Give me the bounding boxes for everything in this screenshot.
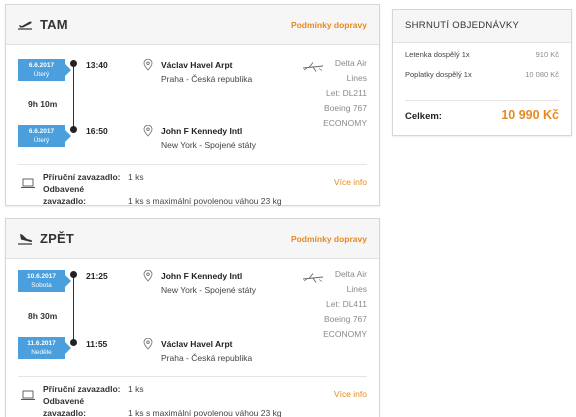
return-timeline — [73, 275, 74, 343]
outbound-departure-city: Praha - Česká republika — [161, 74, 253, 84]
return-checked-baggage-label: Odbavené zavazadlo: — [43, 396, 86, 417]
summary-fees-label: Poplatky dospělý 1x — [405, 70, 472, 79]
return-arrival-city: Praha - Česká republika — [161, 353, 253, 363]
return-airline-line2: Lines — [346, 284, 367, 294]
summary-divider — [405, 100, 559, 101]
summary-total-value: 10 990 Kč — [501, 108, 559, 122]
summary-total-label: Celkem: — [405, 111, 442, 122]
return-arrival-time: 11:55 — [86, 339, 108, 349]
outbound-flight-card: TAM Podmínky dopravy 6.6.2017 Úterý 13:4… — [5, 4, 380, 206]
outbound-hand-baggage-value: 1 ks — [128, 172, 144, 182]
return-title: ZPĚT — [40, 231, 75, 246]
outbound-departure-airport: Václav Havel Arpt — [161, 60, 233, 70]
outbound-departure-date: 6.6.2017 — [28, 62, 55, 69]
outbound-cabin-class: ECONOMY — [323, 118, 367, 128]
return-more-info-link[interactable]: Více info — [334, 389, 367, 399]
outbound-departure-weekday: Úterý — [33, 71, 50, 78]
return-departure-date: 10.6.2017 — [27, 273, 56, 280]
order-summary-title: SHRNUTÍ OBJEDNÁVKY — [393, 10, 571, 43]
airline-logo-icon — [302, 273, 324, 283]
map-pin-icon — [143, 59, 153, 71]
return-arrival-airport: Václav Havel Arpt — [161, 339, 233, 349]
return-hand-baggage-label: Příruční zavazadlo: — [43, 384, 121, 394]
map-pin-icon — [143, 338, 153, 350]
outbound-arrival-city: New York - Spojené státy — [161, 140, 256, 150]
return-departure-dot — [70, 271, 77, 278]
map-pin-icon — [143, 270, 153, 282]
outbound-more-info-link[interactable]: Více info — [334, 177, 367, 187]
plane-landing-icon — [18, 234, 33, 245]
outbound-departure-date-badge: 6.6.2017 Úterý — [18, 59, 71, 81]
return-carrier-info: Delta Air Lines Let: DL411 Boeing 767 EC… — [323, 267, 367, 342]
return-baggage-row: Příruční zavazadlo: 1 ks Odbavené zavazad… — [18, 376, 367, 417]
outbound-airline-line2: Lines — [346, 73, 367, 83]
return-conditions-link[interactable]: Podmínky dopravy — [291, 234, 367, 244]
return-segment: 10.6.2017 Sobota 21:25 8h 30m John F Ken… — [6, 259, 379, 379]
outbound-carrier-info: Delta Air Lines Let: DL211 Boeing 767 EC… — [323, 56, 367, 131]
outbound-duration: 9h 10m — [28, 99, 58, 109]
outbound-baggage-info: Příruční zavazadlo: 1 ks Odbavené zavazad… — [43, 171, 282, 207]
return-baggage-info: Příruční zavazadlo: 1 ks Odbavené zavazad… — [43, 383, 282, 417]
outbound-checked-baggage-label: Odbavené zavazadlo: — [43, 184, 86, 206]
outbound-header: TAM Podmínky dopravy — [6, 5, 379, 45]
summary-fees-value: 10 080 Kč — [525, 70, 559, 79]
return-header: ZPĚT Podmínky dopravy — [6, 219, 379, 259]
outbound-airline-line1: Delta Air — [334, 58, 367, 68]
outbound-arrival-airport: John F Kennedy Intl — [161, 126, 243, 136]
outbound-aircraft: Boeing 767 — [323, 103, 367, 113]
return-arrival-dot — [70, 339, 77, 346]
return-arrival-weekday: Neděle — [31, 349, 52, 356]
return-departure-airport: John F Kennedy Intl — [161, 271, 243, 281]
outbound-arrival-date-badge: 6.6.2017 Úterý — [18, 125, 71, 147]
return-departure-city: New York - Spojené státy — [161, 285, 256, 295]
return-cabin-class: ECONOMY — [323, 329, 367, 339]
outbound-arrival-time: 16:50 — [86, 126, 108, 136]
return-flight-card: ZPĚT Podmínky dopravy 10.6.2017 Sobota 2… — [5, 218, 380, 417]
outbound-baggage-row: Příruční zavazadlo: 1 ks Odbavené zavazad… — [18, 164, 367, 206]
return-hand-baggage-value: 1 ks — [128, 384, 144, 394]
outbound-checked-baggage-value: 1 ks s maximální povolenou váhou 23 kg — [128, 196, 282, 206]
airline-logo-icon — [302, 62, 324, 72]
return-arrival-date: 11.6.2017 — [27, 340, 56, 347]
outbound-flight-number: Let: DL211 — [326, 88, 367, 98]
outbound-departure-dot — [70, 60, 77, 67]
suitcase-icon — [21, 178, 35, 188]
return-departure-date-badge: 10.6.2017 Sobota — [18, 270, 71, 292]
return-duration: 8h 30m — [28, 311, 58, 321]
outbound-segment: 6.6.2017 Úterý 13:40 9h 10m Václav Havel… — [6, 45, 379, 165]
outbound-arrival-weekday: Úterý — [33, 137, 50, 144]
outbound-departure-time: 13:40 — [86, 60, 108, 70]
outbound-timeline — [73, 64, 74, 130]
return-arrival-date-badge: 11.6.2017 Neděle — [18, 337, 71, 359]
return-flight-number: Let: DL411 — [326, 299, 367, 309]
summary-row-ticket: Letenka dospělý 1x 910 Kč — [393, 43, 571, 63]
outbound-arrival-dot — [70, 126, 77, 133]
summary-ticket-label: Letenka dospělý 1x — [405, 50, 470, 59]
summary-ticket-value: 910 Kč — [535, 50, 559, 59]
order-summary-panel: SHRNUTÍ OBJEDNÁVKY Letenka dospělý 1x 91… — [392, 9, 572, 136]
outbound-title: TAM — [40, 17, 68, 32]
outbound-arrival-date: 6.6.2017 — [28, 128, 55, 135]
return-departure-time: 21:25 — [86, 271, 108, 281]
return-airline-line1: Delta Air — [334, 269, 367, 279]
summary-row-fees: Poplatky dospělý 1x 10 080 Kč — [393, 63, 571, 83]
return-checked-baggage-value: 1 ks s maximální povolenou váhou 23 kg — [128, 408, 282, 417]
suitcase-icon — [21, 390, 35, 400]
return-aircraft: Boeing 767 — [323, 314, 367, 324]
outbound-hand-baggage-label: Příruční zavazadlo: — [43, 172, 121, 182]
map-pin-icon — [143, 125, 153, 137]
return-departure-weekday: Sobota — [31, 282, 52, 289]
outbound-conditions-link[interactable]: Podmínky dopravy — [291, 20, 367, 30]
plane-takeoff-icon — [18, 21, 32, 30]
